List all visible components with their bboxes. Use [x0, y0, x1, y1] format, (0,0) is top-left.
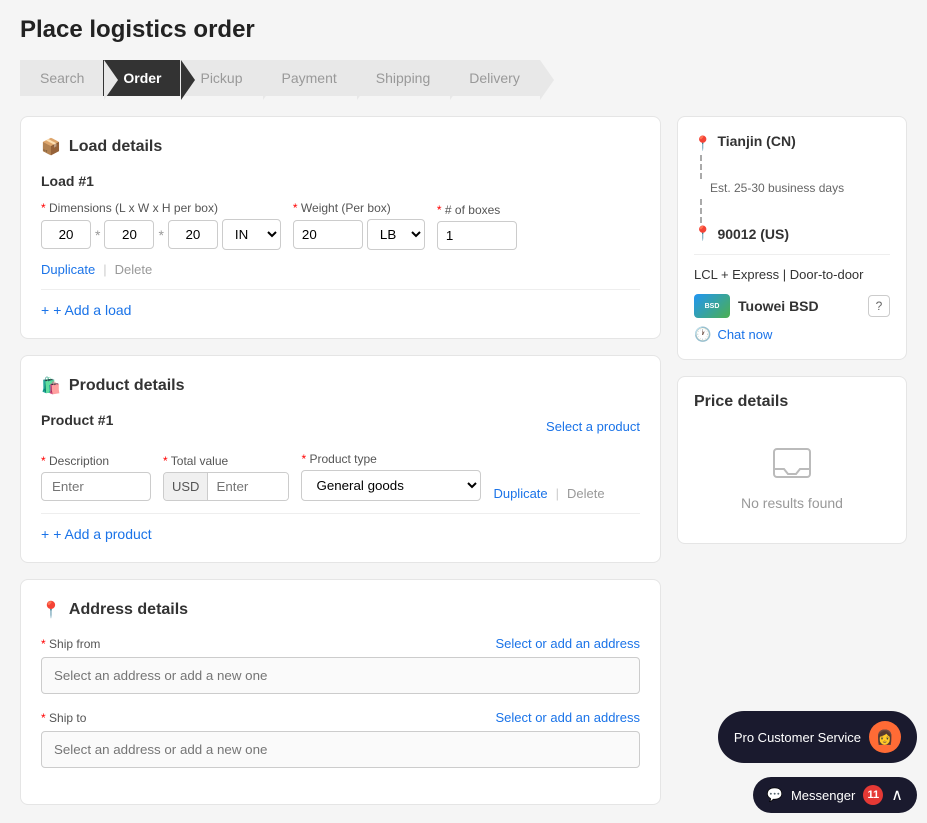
add-load-button[interactable]: + + Add a load: [41, 302, 640, 318]
route-dashed-line-2: [700, 199, 702, 223]
ship-from-row: * Ship from Select or add an address: [41, 636, 640, 694]
ship-to-row: * Ship to Select or add an address: [41, 710, 640, 768]
address-details-title: 📍 Address details: [41, 600, 640, 620]
currency-badge: USD: [164, 473, 208, 500]
load-details-title: 📦 Load details: [41, 137, 640, 157]
add-product-icon: +: [41, 526, 49, 542]
chat-now-button[interactable]: 🕐 Chat now: [694, 326, 890, 343]
load-row-actions: Duplicate | Delete: [41, 262, 152, 277]
dimensions-label: * Dimensions (L x W x H per box): [41, 201, 281, 215]
pro-service-avatar: 👩: [869, 721, 901, 753]
dim-width-input[interactable]: [104, 220, 154, 249]
route-service: LCL + Express | Door-to-door: [694, 267, 890, 282]
pro-service-label: Pro Customer Service: [734, 730, 861, 745]
price-details-title: Price details: [694, 393, 890, 411]
route-dashed-line: [700, 155, 702, 179]
dest-dot-icon: 📍: [694, 225, 711, 242]
boxes-input[interactable]: [437, 221, 517, 250]
help-icon[interactable]: ?: [868, 295, 890, 317]
load-details-card: 📦 Load details Load #1 * Dimensions (L x…: [20, 116, 661, 339]
duplicate-product-button[interactable]: Duplicate: [493, 486, 547, 501]
messenger-bar[interactable]: 💬 Messenger 11 ∧: [753, 777, 917, 813]
dimension-unit-select[interactable]: IN CM: [222, 219, 281, 250]
delete-load-button[interactable]: Delete: [115, 262, 153, 277]
origin-dot-icon: 📍: [694, 135, 711, 152]
add-product-button[interactable]: + + Add a product: [41, 526, 640, 542]
address-details-card: 📍 Address details * Ship from Select or …: [20, 579, 661, 805]
price-details-card: Price details No results found: [677, 376, 907, 544]
product-details-title: 🛍️ Product details: [41, 376, 640, 396]
product-number: Product #1: [41, 412, 113, 428]
description-input[interactable]: [41, 472, 151, 501]
page-title: Place logistics order: [20, 16, 907, 44]
route-info-card: 📍 Tianjin (CN) Est. 25-30 business days …: [677, 116, 907, 360]
product-type-select[interactable]: General goods Electronics Apparel Docume…: [301, 470, 481, 501]
steps-nav: Search Order Pickup Payment Shipping Del…: [20, 60, 907, 96]
product-row-actions: Duplicate | Delete: [493, 486, 604, 501]
pro-customer-service-button[interactable]: Pro Customer Service 👩: [718, 711, 917, 763]
inbox-icon: [768, 439, 816, 487]
add-load-icon: +: [41, 302, 49, 318]
ship-from-input[interactable]: [41, 657, 640, 694]
product-details-card: 🛍️ Product details Product #1 Select a p…: [20, 355, 661, 563]
chat-icon: 🕐: [694, 326, 711, 343]
ship-from-label: * Ship from: [41, 637, 100, 651]
provider-name: Tuowei BSD: [738, 298, 860, 314]
route-origin: Tianjin (CN): [717, 133, 795, 149]
select-product-button[interactable]: Select a product: [546, 419, 640, 434]
value-input[interactable]: [208, 473, 288, 500]
ship-to-link-button[interactable]: Select or add an address: [495, 710, 640, 725]
load-icon: 📦: [41, 137, 61, 157]
boxes-label: * # of boxes: [437, 203, 517, 217]
load-number: Load #1: [41, 173, 640, 189]
address-icon: 📍: [41, 600, 61, 620]
product-header: Product #1 Select a product: [41, 412, 640, 440]
messenger-icon: 💬: [767, 787, 783, 803]
route-destination: 90012 (US): [717, 226, 789, 242]
route-days: Est. 25-30 business days: [710, 181, 890, 195]
dim-height-input[interactable]: [168, 220, 218, 249]
expand-icon: ∧: [891, 785, 903, 805]
duplicate-load-button[interactable]: Duplicate: [41, 262, 95, 277]
weight-label: * Weight (Per box): [293, 201, 425, 215]
product-type-label: * Product type: [301, 452, 481, 466]
dim-length-input[interactable]: [41, 220, 91, 249]
ship-to-label: * Ship to: [41, 711, 86, 725]
ship-to-input[interactable]: [41, 731, 640, 768]
messenger-label: Messenger: [791, 788, 855, 803]
ship-from-link-button[interactable]: Select or add an address: [495, 636, 640, 651]
delete-product-button[interactable]: Delete: [567, 486, 605, 501]
description-label: * Description: [41, 454, 151, 468]
messenger-badge: 11: [863, 785, 883, 805]
total-value-label: * Total value: [163, 454, 289, 468]
no-results: No results found: [694, 423, 890, 527]
step-search[interactable]: Search: [20, 60, 104, 96]
product-icon: 🛍️: [41, 376, 61, 396]
weight-unit-select[interactable]: LB KG: [367, 219, 425, 250]
weight-input[interactable]: [293, 220, 363, 249]
provider-row: BSD Tuowei BSD ?: [694, 294, 890, 318]
provider-logo: BSD: [694, 294, 730, 318]
